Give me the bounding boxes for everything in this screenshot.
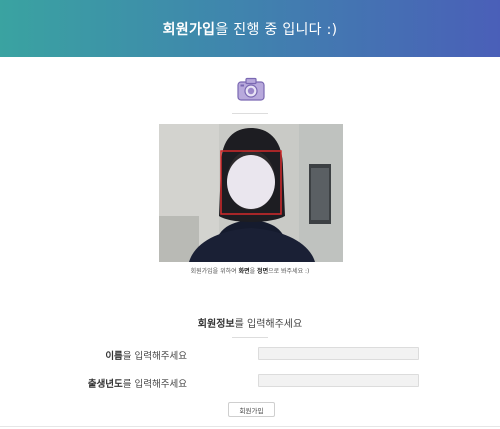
- camera-instruction: 회원가입을 위하여 화면을 정면으로 봐주세요 :): [150, 266, 350, 275]
- caption-bold-screen: 화면: [238, 268, 250, 275]
- name-input[interactable]: [258, 347, 419, 360]
- birth-year-label: 출생년도를 입력해주세요: [88, 376, 187, 390]
- divider: [232, 337, 268, 338]
- name-label-rest: 을 입력해주세요: [122, 351, 187, 362]
- page-header: 회원가입을 진행 중 입니다 :): [0, 0, 500, 57]
- birth-year-input[interactable]: [258, 374, 419, 387]
- caption-text: 으로 봐주세요 :): [268, 268, 310, 275]
- birth-label-rest: 를 입력해주세요: [122, 379, 187, 390]
- face-blur: [227, 155, 275, 209]
- form-section-title: 회원정보를 입력해주세요: [150, 315, 350, 330]
- camera-icon: [237, 77, 265, 101]
- divider: [232, 113, 268, 114]
- signup-button[interactable]: 회원가입: [228, 402, 275, 417]
- caption-text: 을: [249, 268, 258, 275]
- divider: [0, 426, 500, 427]
- header-title-rest: 을 진행 중 입니다 :): [215, 21, 338, 38]
- birth-label-strong: 출생년도: [87, 379, 123, 390]
- webcam-preview: [159, 124, 343, 262]
- caption-text: 회원가입을 위하여: [190, 268, 239, 275]
- name-label: 이름을 입력해주세요: [105, 348, 187, 362]
- caption-bold-front: 정면: [257, 268, 269, 275]
- form-title-rest: 를 입력해주세요: [234, 319, 303, 330]
- header-title-strong: 회원가입: [162, 21, 216, 38]
- form-title-strong: 회원정보: [197, 319, 235, 330]
- name-label-strong: 이름: [105, 351, 123, 362]
- header-title: 회원가입을 진행 중 입니다 :): [163, 19, 338, 39]
